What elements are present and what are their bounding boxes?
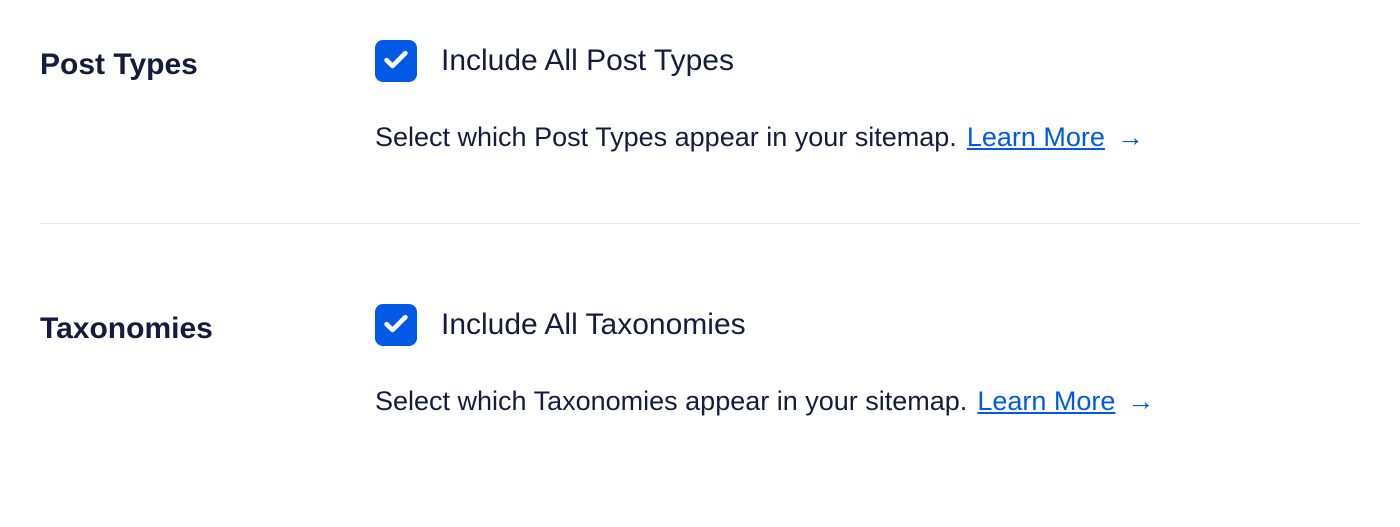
post-types-heading: Post Types: [40, 40, 375, 86]
post-types-description: Select which Post Types appear in your s…: [375, 122, 957, 153]
taxonomies-description: Select which Taxonomies appear in your s…: [375, 386, 967, 417]
include-all-taxonomies-checkbox[interactable]: [375, 304, 417, 346]
taxonomies-learn-more-link[interactable]: Learn More: [977, 386, 1115, 417]
taxonomies-content: Include All Taxonomies Select which Taxo…: [375, 304, 1360, 417]
taxonomies-section: Taxonomies Include All Taxonomies Select…: [40, 224, 1360, 417]
post-types-description-row: Select which Post Types appear in your s…: [375, 122, 1360, 153]
taxonomies-description-row: Select which Taxonomies appear in your s…: [375, 386, 1360, 417]
checkmark-icon: [382, 309, 410, 342]
post-types-learn-more-link[interactable]: Learn More: [967, 122, 1105, 153]
arrow-right-icon: →: [1127, 388, 1154, 415]
taxonomies-checkbox-row: Include All Taxonomies: [375, 304, 1360, 346]
post-types-checkbox-row: Include All Post Types: [375, 40, 1360, 82]
taxonomies-heading: Taxonomies: [40, 304, 375, 350]
include-all-taxonomies-label: Include All Taxonomies: [441, 307, 746, 343]
checkmark-icon: [382, 45, 410, 78]
include-all-post-types-label: Include All Post Types: [441, 43, 734, 79]
post-types-content: Include All Post Types Select which Post…: [375, 40, 1360, 153]
include-all-post-types-checkbox[interactable]: [375, 40, 417, 82]
post-types-section: Post Types Include All Post Types Select…: [40, 40, 1360, 224]
arrow-right-icon: →: [1117, 124, 1144, 151]
